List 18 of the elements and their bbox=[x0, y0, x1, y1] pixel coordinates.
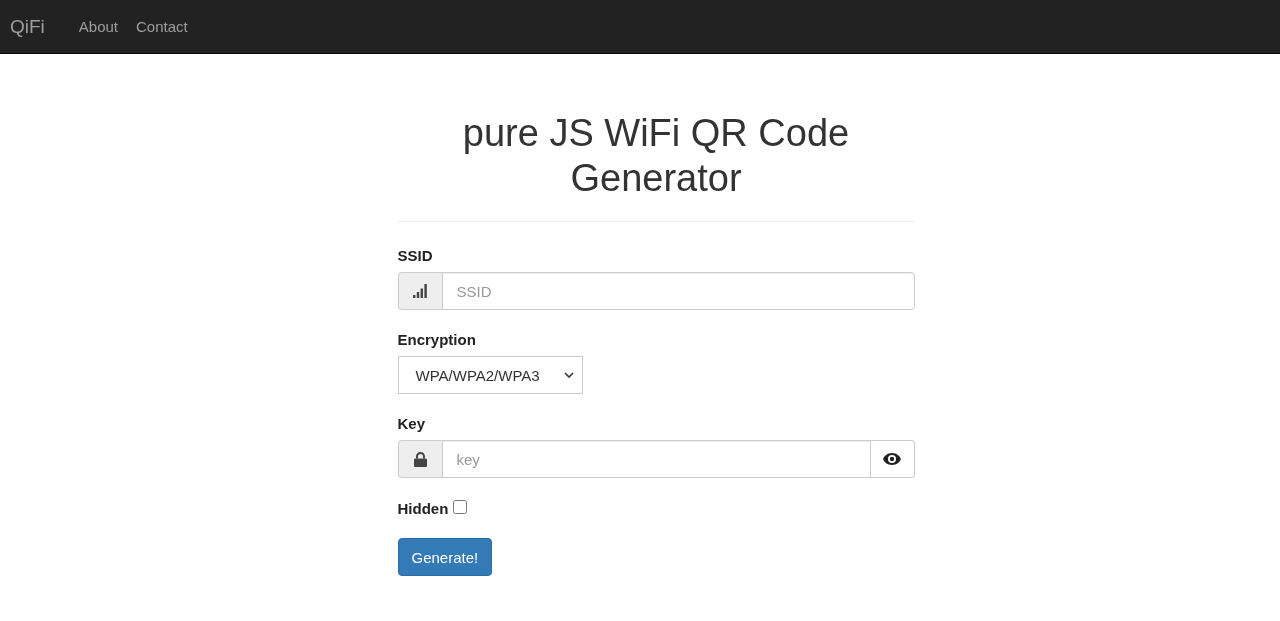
field-label: Key bbox=[397, 414, 426, 434]
ssid-input[interactable]: SSID bbox=[441, 272, 915, 310]
chevron-down-icon bbox=[563, 372, 574, 378]
generate-button[interactable]: Generate! bbox=[397, 538, 493, 576]
hidden-checkbox[interactable] bbox=[453, 499, 468, 514]
encryption-select[interactable]: WPA/WPA2/WPA3 bbox=[397, 356, 583, 394]
signal-bars-icon bbox=[413, 284, 427, 298]
show-key-button[interactable] bbox=[870, 440, 915, 478]
nav-link[interactable]: Contact bbox=[136, 8, 188, 45]
brand-link[interactable]: QiFi bbox=[10, 14, 45, 39]
field-label: SSID bbox=[397, 246, 433, 266]
key-input[interactable]: key bbox=[441, 440, 871, 478]
nav-link[interactable]: About bbox=[78, 8, 119, 45]
eye-icon bbox=[883, 453, 901, 465]
field-label: Encryption bbox=[397, 330, 476, 350]
lock-icon bbox=[413, 451, 427, 467]
page-title: pure JS WiFi QR Code Generator bbox=[461, 111, 851, 201]
checkbox-label: Hidden bbox=[397, 499, 449, 519]
